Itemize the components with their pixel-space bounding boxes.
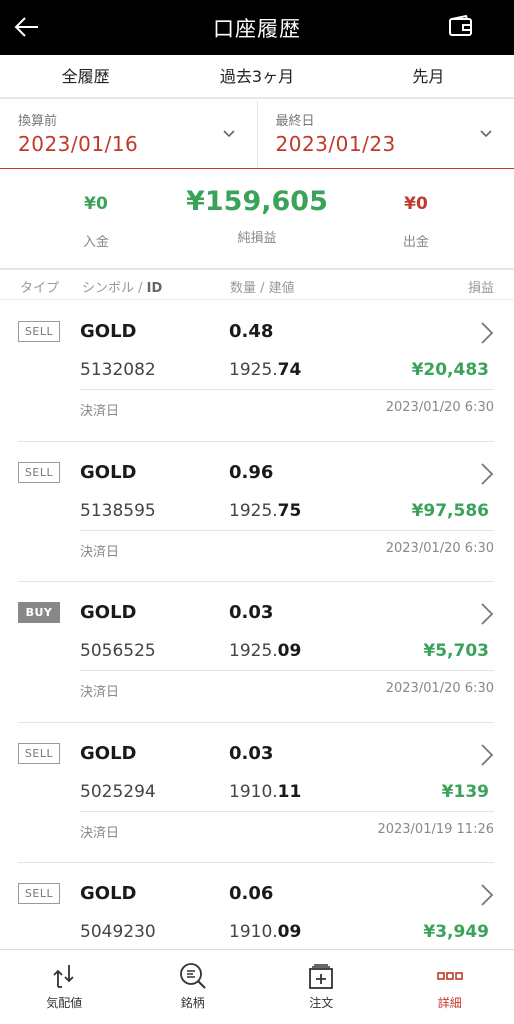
settled-label: 決済日 bbox=[80, 544, 120, 560]
trade-type-badge: SELL bbox=[18, 321, 60, 342]
deposit-label: 入金 bbox=[82, 235, 109, 250]
withdraw-summary: ¥0 出金 bbox=[366, 170, 466, 250]
trade-symbol: GOLD bbox=[80, 321, 137, 342]
settled-date: 2023/01/19 11:26 bbox=[377, 821, 494, 837]
trade-pnl: ¥97,586 bbox=[411, 500, 489, 521]
column-headers: タイプ シンボル / ID 数量 / 建値 損益 bbox=[0, 272, 514, 300]
trade-pnl: ¥20,483 bbox=[411, 360, 489, 380]
trade-symbol: GOLD bbox=[80, 461, 137, 483]
withdraw-amount: ¥0 bbox=[404, 194, 428, 214]
col-symbol: シンボル / ID bbox=[82, 281, 163, 296]
end-date-select[interactable]: 最終日 2023/01/23 bbox=[256, 101, 514, 168]
col-pnl: 損益 bbox=[467, 281, 494, 296]
trade-row[interactable]: SELLGOLD0.0650492301910.09¥3,949決済日 bbox=[0, 863, 514, 949]
settled-label: 決済日 bbox=[80, 825, 120, 841]
trade-list: SELL GOLD 0.48 5132082 1925.74 ¥20,483 決済日 2023… bbox=[0, 301, 514, 949]
trade-row[interactable]: SELL GOLD 0.03 5025294 1910.11 ¥139 決済日 2023/01… bbox=[0, 723, 514, 863]
settled-label: 決済日 bbox=[80, 404, 120, 419]
withdraw-label: 出金 bbox=[402, 235, 429, 250]
chevron-right-icon bbox=[481, 743, 494, 766]
tab-past-3-months[interactable]: 過去3ヶ月 bbox=[171, 55, 342, 97]
trade-pnl: ¥139 bbox=[441, 781, 489, 802]
trade-price: 1925.74 bbox=[229, 360, 302, 380]
settled-date: 2023/01/20 6:30 bbox=[385, 681, 494, 696]
trade-quantity: 0.48 bbox=[229, 321, 274, 342]
trade-quantity: 0.03 bbox=[229, 602, 274, 623]
order-icon bbox=[309, 964, 334, 989]
deposit-summary: ¥0 入金 bbox=[46, 170, 146, 250]
row-divider bbox=[80, 670, 494, 671]
trade-id: 5138595 bbox=[80, 500, 156, 521]
row-divider bbox=[80, 810, 494, 812]
net-pnl-label: 純損益 bbox=[237, 231, 277, 246]
deposit-amount: ¥0 bbox=[84, 194, 108, 214]
date-range: 換算前 2023/01/16 最終日 2023/01/23 bbox=[0, 101, 514, 169]
chevron-down-icon bbox=[480, 130, 492, 138]
trade-type-badge: SELL bbox=[18, 742, 60, 764]
settled-date: 2023/01/20 6:30 bbox=[385, 400, 494, 415]
trade-quantity: 0.06 bbox=[229, 883, 274, 904]
page-title: 口座履歴 bbox=[213, 17, 301, 41]
tab-last-month[interactable]: 先月 bbox=[343, 55, 514, 97]
start-date-value: 2023/01/16 bbox=[18, 132, 139, 156]
nav-quotes-label: 気配値 bbox=[46, 996, 83, 1010]
row-divider bbox=[80, 529, 494, 531]
trade-row[interactable]: SELL GOLD 0.96 5138595 1925.75 ¥97,586 決済日 2023… bbox=[0, 442, 514, 582]
net-pnl-amount: ¥159,605 bbox=[186, 186, 328, 217]
trade-symbol: GOLD bbox=[80, 602, 137, 623]
trade-type-badge: SELL bbox=[18, 461, 60, 483]
trade-price: 1925.09 bbox=[229, 641, 302, 661]
period-tabs: 全履歴 過去3ヶ月 先月 bbox=[0, 55, 514, 99]
app-header: 口座履歴 bbox=[0, 0, 514, 55]
trade-id: 5132082 bbox=[80, 360, 156, 380]
trade-id: 5056525 bbox=[80, 641, 156, 661]
col-qty-price: 数量 / 建値 bbox=[230, 281, 295, 296]
bottom-nav: 気配値 銘柄 注文 詳細 bbox=[0, 949, 514, 1024]
quotes-icon bbox=[53, 965, 74, 988]
start-date-label: 換算前 bbox=[18, 114, 58, 129]
nav-quotes[interactable]: 気配値 bbox=[0, 950, 129, 1024]
trade-id: 5049230 bbox=[80, 922, 156, 942]
trade-type-badge: BUY bbox=[18, 602, 60, 623]
nav-symbols-label: 銘柄 bbox=[180, 996, 205, 1010]
nav-details[interactable]: 詳細 bbox=[386, 950, 514, 1024]
trade-price: 1910.11 bbox=[229, 781, 302, 802]
trade-type-badge: SELL bbox=[18, 883, 60, 904]
trade-quantity: 0.96 bbox=[229, 461, 274, 483]
tab-all-history[interactable]: 全履歴 bbox=[0, 55, 171, 97]
nav-orders-label: 注文 bbox=[309, 996, 334, 1010]
summary-panel: ¥0 入金 ¥159,605 純損益 ¥0 出金 bbox=[0, 170, 514, 270]
end-date-label: 最終日 bbox=[275, 114, 315, 129]
trade-pnl: ¥5,703 bbox=[423, 641, 489, 661]
details-icon bbox=[436, 972, 463, 980]
col-type: タイプ bbox=[20, 281, 60, 296]
trade-symbol: GOLD bbox=[80, 883, 137, 904]
chevron-right-icon bbox=[481, 603, 494, 625]
trade-row[interactable]: BUY GOLD 0.03 5056525 1925.09 ¥5,703 決済日 2023/0… bbox=[0, 582, 514, 723]
chevron-down-icon bbox=[222, 130, 235, 138]
wallet-icon[interactable] bbox=[448, 14, 474, 38]
trade-symbol: GOLD bbox=[80, 742, 137, 764]
end-date-value: 2023/01/23 bbox=[275, 132, 396, 156]
row-divider bbox=[80, 389, 494, 390]
settled-label: 決済日 bbox=[80, 685, 120, 700]
trade-row[interactable]: SELL GOLD 0.48 5132082 1925.74 ¥20,483 決済日 2023… bbox=[0, 301, 514, 442]
trade-quantity: 0.03 bbox=[229, 742, 274, 764]
symbol-search-icon bbox=[179, 963, 206, 989]
start-date-select[interactable]: 換算前 2023/01/16 bbox=[0, 101, 257, 168]
net-pnl-summary: ¥159,605 純損益 bbox=[172, 170, 342, 246]
chevron-right-icon bbox=[481, 462, 494, 485]
trade-pnl: ¥3,949 bbox=[423, 922, 489, 942]
trade-price: 1910.09 bbox=[229, 922, 302, 942]
nav-symbols[interactable]: 銘柄 bbox=[129, 950, 258, 1024]
nav-orders[interactable]: 注文 bbox=[257, 950, 386, 1024]
settled-date: 2023/01/20 6:30 bbox=[385, 540, 494, 556]
trade-price: 1925.75 bbox=[229, 500, 302, 521]
nav-details-label: 詳細 bbox=[437, 996, 462, 1010]
chevron-right-icon bbox=[481, 322, 494, 344]
chevron-right-icon bbox=[481, 884, 494, 906]
trade-id: 5025294 bbox=[80, 781, 156, 802]
